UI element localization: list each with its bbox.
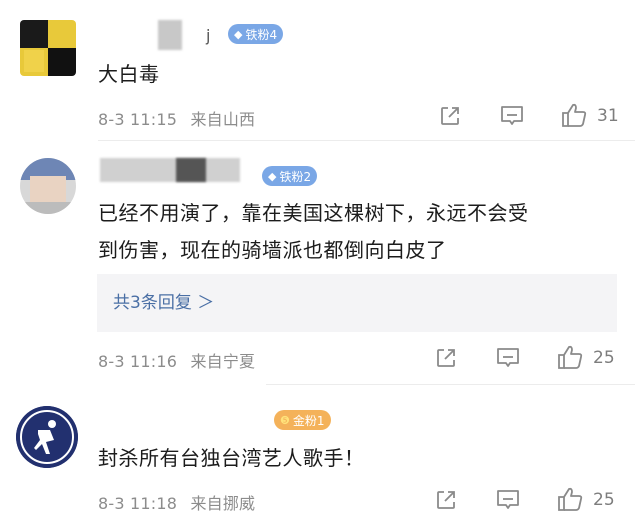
username-redacted[interactable] — [158, 20, 182, 50]
comment-meta: 8-3 11:15 来自山西 — [98, 106, 255, 130]
gold-medal-icon: ❺ — [280, 413, 290, 427]
avatar[interactable] — [20, 20, 76, 76]
comment-text: 封杀所有台独台湾艺人歌手！ — [98, 446, 365, 470]
thumbs-up-icon[interactable] — [556, 486, 584, 512]
thumbs-up-icon[interactable] — [560, 102, 588, 128]
comment-time: 8-3 11:16 — [98, 352, 178, 371]
diamond-icon: ◆ — [234, 27, 243, 41]
share-icon[interactable] — [438, 104, 462, 128]
avatar-image — [16, 406, 78, 468]
like-count: 25 — [593, 348, 615, 368]
badge-label: 铁粉4 — [245, 27, 278, 42]
comment-time: 8-3 11:15 — [98, 110, 178, 129]
comment-location: 来自挪威 — [190, 494, 256, 513]
comment-location: 来自宁夏 — [190, 352, 256, 371]
fan-badge[interactable]: ◆ 铁粉2 — [262, 166, 318, 186]
share-icon[interactable] — [434, 488, 458, 512]
username-fragment: j — [206, 26, 211, 45]
reply-summary-button[interactable]: 共3条回复 ＞ — [97, 274, 617, 332]
avatar[interactable] — [16, 406, 78, 468]
avatar-image — [20, 158, 76, 214]
username-redacted[interactable] — [176, 158, 206, 182]
comment-time: 8-3 11:18 — [98, 494, 178, 513]
like-count: 25 — [593, 490, 615, 510]
comment-text-line: 已经不用演了，靠在美国这棵树下，永远不会受 — [98, 201, 529, 225]
divider — [98, 140, 635, 141]
badge-label: 铁粉2 — [279, 169, 312, 184]
username-redacted[interactable] — [100, 158, 240, 182]
comment-location: 来自山西 — [190, 110, 256, 129]
diamond-icon: ◆ — [268, 169, 277, 183]
comment-text-line: 到伤害，现在的骑墙派也都倒向白皮了 — [98, 238, 447, 262]
share-icon[interactable] — [434, 346, 458, 370]
badge-label: 金粉1 — [292, 413, 325, 428]
like-count: 31 — [597, 106, 619, 126]
comment-icon[interactable] — [495, 488, 521, 512]
fan-badge[interactable]: ◆ 铁粉4 — [228, 24, 284, 44]
comment-meta: 8-3 11:18 来自挪威 — [98, 490, 255, 514]
gold-fan-badge[interactable]: ❺ 金粉1 — [274, 410, 331, 430]
comment-text: 大白毒 — [98, 62, 160, 86]
comment-meta: 8-3 11:16 来自宁夏 — [98, 348, 255, 372]
divider — [266, 384, 635, 385]
avatar-image — [20, 20, 76, 76]
thumbs-up-icon[interactable] — [556, 344, 584, 370]
comment-icon[interactable] — [495, 346, 521, 370]
avatar[interactable] — [20, 158, 76, 214]
comment-icon[interactable] — [499, 104, 525, 128]
